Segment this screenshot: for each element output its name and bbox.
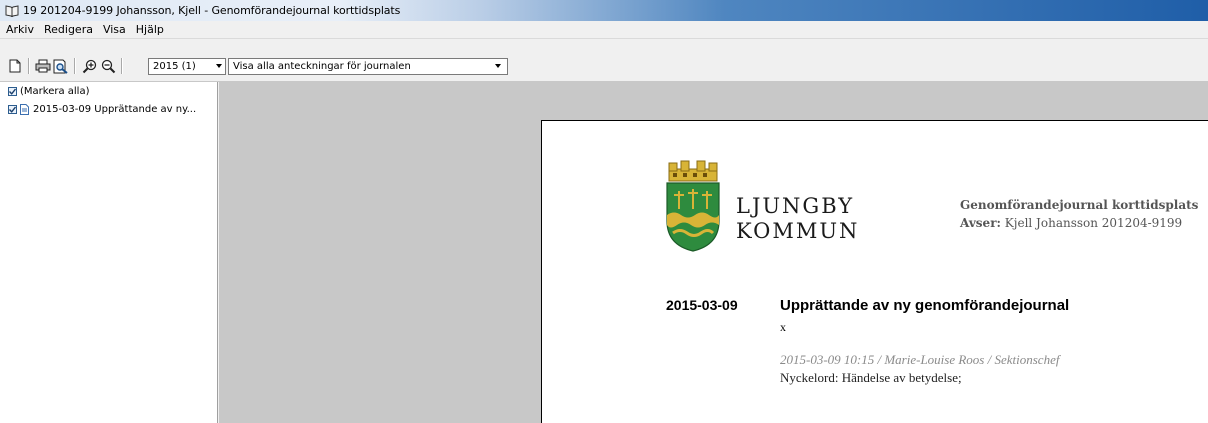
book-icon (5, 4, 19, 17)
entry-heading: Upprättande av ny genomförandejournal (780, 297, 1070, 314)
subject-value: Kjell Johansson 201204-9199 (1004, 216, 1183, 230)
toolbar-separator (74, 58, 76, 74)
filter-select[interactable]: Visa alla anteckningar för journalen (228, 58, 508, 75)
logo-text-line1: LJUNGBY (736, 194, 855, 218)
checkbox-checked-icon[interactable] (8, 104, 17, 114)
menu-hjalp[interactable]: Hjälp (131, 23, 169, 36)
filter-select-value: Visa alla anteckningar för journalen (233, 61, 411, 72)
menu-arkiv[interactable]: Arkiv (0, 23, 39, 36)
tree-item-select-all[interactable]: (Markera alla) (8, 84, 90, 98)
toolbar-separator (28, 58, 30, 74)
checkbox-checked-icon[interactable] (8, 86, 17, 96)
title-bar: 19 201204-9199 Johansson, Kjell - Genomf… (0, 0, 1208, 21)
entry-meta: 2015-03-09 10:15 / Marie-Louise Roos / S… (780, 352, 1060, 367)
chevron-down-icon (216, 64, 222, 68)
menu-redigera[interactable]: Redigera (39, 23, 98, 36)
document-page: LJUNGBY KOMMUN Genomförandejournal kortt… (541, 120, 1208, 423)
document-subject: Avser: Kjell Johansson 201204-9199 (960, 216, 1182, 230)
tree-item-entry[interactable]: 2015-03-09 Upprättande av ny... (8, 102, 196, 116)
document-icon (20, 103, 29, 115)
new-document-icon (9, 59, 21, 73)
menu-bar: Arkiv Redigera Visa Hjälp (0, 21, 1208, 39)
municipality-crest-icon (666, 160, 720, 252)
print-button[interactable] (34, 58, 52, 74)
year-select-value: 2015 (1) (153, 61, 196, 72)
entry-keywords: Nyckelord: Händelse av betydelse; (780, 370, 962, 385)
year-select[interactable]: 2015 (1) (148, 58, 226, 75)
print-preview-icon (53, 59, 68, 74)
new-document-button[interactable] (6, 58, 24, 74)
document-type: Genomförandejournal korttidsplats (960, 198, 1199, 212)
logo-text-line2: KOMMUN (736, 219, 860, 243)
window-title: 19 201204-9199 Johansson, Kjell - Genomf… (23, 4, 401, 17)
zoom-in-button[interactable] (80, 58, 98, 74)
tree-item-label: 2015-03-09 Upprättande av ny... (33, 103, 197, 115)
zoom-out-button[interactable] (99, 58, 117, 74)
toolbar-separator (121, 58, 123, 74)
journal-tree: (Markera alla) 2015-03-09 Upprättande av… (0, 82, 218, 423)
menu-visa[interactable]: Visa (98, 23, 131, 36)
tree-item-label: (Markera alla) (20, 85, 90, 97)
subject-label: Avser: (960, 216, 1001, 230)
toolbar: 2015 (1) Visa alla anteckningar för jour… (0, 39, 1208, 82)
entry-date: 2015-03-09 (666, 297, 738, 313)
document-viewer[interactable]: LJUNGBY KOMMUN Genomförandejournal kortt… (219, 82, 1208, 423)
chevron-down-icon (495, 64, 501, 68)
entry-body: x (780, 320, 786, 334)
zoom-in-icon (82, 59, 96, 73)
print-icon (35, 59, 51, 73)
zoom-out-icon (101, 59, 115, 73)
print-preview-button[interactable] (52, 58, 70, 74)
